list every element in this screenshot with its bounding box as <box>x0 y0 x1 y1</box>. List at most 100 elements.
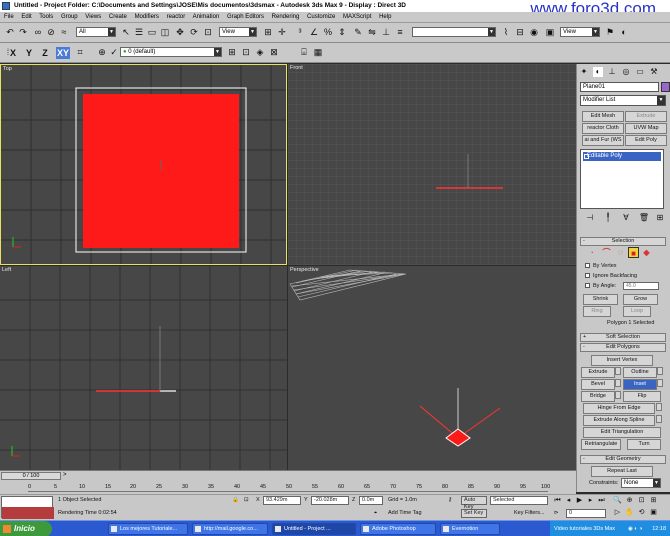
orbit-icon[interactable]: ⟲ <box>636 508 647 518</box>
hierarchy-tab-icon[interactable]: ⊥ <box>607 67 617 77</box>
edit-geometry-rollout-header[interactable]: - Edit Geometry <box>580 455 666 464</box>
undo-icon[interactable]: ↶ <box>4 26 16 38</box>
unlink-icon[interactable]: ⊘ <box>45 26 57 38</box>
hair-fur-button[interactable]: ai and Fur (WS <box>582 135 624 146</box>
menu-views[interactable]: Views <box>85 14 101 20</box>
taskbar-item-tutoriales[interactable]: Los mejores Tutoriale... <box>108 523 188 535</box>
window-crossing-icon[interactable]: ◫ <box>159 26 171 38</box>
taskbar-item-evernotion[interactable]: Evernotion <box>440 523 500 535</box>
flip-button[interactable]: Flip <box>623 391 661 402</box>
time-slider-handle[interactable]: 0 / 100 <box>1 472 61 480</box>
key-icon[interactable]: ⚷ <box>448 496 452 505</box>
angle-snap-icon[interactable]: ∠ <box>308 26 320 38</box>
soft-selection-rollout-header[interactable]: + Soft Selection <box>580 333 666 342</box>
current-frame-field[interactable]: 0 <box>566 509 606 518</box>
stack-expand-icon[interactable] <box>584 154 589 159</box>
menu-reactor[interactable]: reactor <box>167 14 186 20</box>
viewport-perspective[interactable]: Perspective <box>288 266 576 470</box>
menu-help[interactable]: Help <box>379 14 391 20</box>
inset-settings-button[interactable] <box>657 379 663 387</box>
viewport-top-label[interactable]: Top <box>3 66 12 72</box>
extrude-button[interactable]: Extrude <box>581 367 615 378</box>
z-coord-field[interactable]: 0.0m <box>359 496 383 505</box>
edit-mesh-button[interactable]: Edit Mesh <box>582 111 624 122</box>
prev-frame-icon[interactable]: ◂ <box>563 496 574 506</box>
grid-object-icon[interactable]: ▦ <box>312 46 324 58</box>
select-rotate-icon[interactable]: ⟳ <box>188 26 200 38</box>
utilities-tab-icon[interactable]: ⚒ <box>649 67 659 77</box>
viewport-front-label[interactable]: Front <box>290 65 303 71</box>
lock-selection-icon[interactable]: 🔒 <box>232 496 239 505</box>
object-color-swatch[interactable] <box>661 82 670 92</box>
bevel-button[interactable]: Bevel <box>581 379 615 390</box>
set-key-button[interactable]: Set Key <box>461 509 487 518</box>
curve-editor-icon[interactable]: ⌇ <box>500 26 512 38</box>
edge-subobj-icon[interactable]: ⌒ <box>601 247 612 258</box>
extrude-spline-settings-button[interactable] <box>656 415 662 423</box>
menu-maxscript[interactable]: MAXScript <box>343 14 371 20</box>
hinge-settings-button[interactable] <box>656 403 662 411</box>
select-manipulate-icon[interactable]: ✛ <box>276 26 288 38</box>
viewport-left[interactable]: Left <box>0 266 287 470</box>
taskbar-item-3dsmax[interactable]: Untitled - Project ... <box>272 523 356 535</box>
menu-modifiers[interactable]: Modifiers <box>135 14 159 20</box>
bridge-button[interactable]: Bridge <box>581 391 615 402</box>
viewport-perspective-label[interactable]: Perspective <box>290 267 319 273</box>
modify-tab-icon[interactable]: ◐ <box>593 67 603 77</box>
menu-create[interactable]: Create <box>109 14 127 20</box>
edit-poly-modifier-button[interactable]: Edit Poly <box>625 135 667 146</box>
stack-item-editable-poly[interactable]: Editable Poly <box>583 152 661 161</box>
taskbar-item-gmail[interactable]: http://mail.google.co... <box>192 523 268 535</box>
play-icon[interactable]: ▶ <box>574 496 585 506</box>
ref-coord-dropdown[interactable]: View ▼ <box>219 27 257 37</box>
ring-button[interactable]: Ring <box>583 306 611 317</box>
edit-named-selection-icon[interactable]: ✎ <box>352 26 364 38</box>
time-slider-next-icon[interactable]: > <box>63 472 67 478</box>
snaps-toggle-icon[interactable]: ³ <box>294 26 306 38</box>
select-scale-icon[interactable]: ⊡ <box>202 26 214 38</box>
create-tab-icon[interactable]: ✦ <box>579 67 589 77</box>
layer-props-icon[interactable]: ⊞ <box>226 46 238 58</box>
retriangulate-button[interactable]: Retriangulate <box>581 439 621 450</box>
axis-z-button[interactable]: Z <box>38 47 52 59</box>
element-subobj-icon[interactable]: ◆ <box>641 247 652 258</box>
outline-settings-button[interactable] <box>657 367 663 375</box>
layer-highlight-icon[interactable]: ◈ <box>254 46 266 58</box>
menu-customize[interactable]: Customize <box>307 14 335 20</box>
zoom-icon[interactable]: 🔍 <box>612 496 623 506</box>
menu-edit[interactable]: Edit <box>21 14 31 20</box>
maximize-viewport-icon[interactable]: ▣ <box>648 508 659 518</box>
by-angle-spinner[interactable]: 45.0 <box>623 282 659 290</box>
constraints-dropdown[interactable]: None ▼ <box>621 478 661 488</box>
track-bar[interactable]: 0 5 10 15 20 25 30 35 40 45 50 55 60 65 … <box>0 481 576 494</box>
viewport-top[interactable]: Top <box>0 64 287 265</box>
ignore-backfacing-checkbox[interactable]: Ignore Backfacing <box>585 272 637 280</box>
make-unique-icon[interactable]: ∀ <box>620 212 632 224</box>
axis-xy-button[interactable]: XY <box>56 47 70 59</box>
shrink-button[interactable]: Shrink <box>583 294 618 305</box>
uvw-map-button[interactable]: UVW Map <box>625 123 667 134</box>
link-icon[interactable]: ∞ <box>32 26 44 38</box>
by-angle-checkbox[interactable]: By Angle: <box>585 282 616 290</box>
y-coord-field[interactable]: -20.028m <box>311 496 349 505</box>
zoom-extents-all-icon[interactable]: ⊞ <box>648 496 659 506</box>
render-type-dropdown[interactable]: View ▼ <box>560 27 600 37</box>
layer-current-icon[interactable]: ✓ <box>108 46 120 58</box>
next-frame-icon[interactable]: ▸ <box>585 496 596 506</box>
select-move-icon[interactable]: ✥ <box>174 26 186 38</box>
key-mode-icon[interactable]: ⊳ <box>554 509 559 518</box>
maxscript-listener-mini[interactable] <box>1 496 54 519</box>
auto-key-button[interactable]: Auto Key <box>461 496 487 510</box>
menu-graph-editors[interactable]: Graph Editors <box>227 14 264 20</box>
bridge-settings-button[interactable] <box>615 391 621 399</box>
extrude-modifier-button[interactable]: Extrude <box>625 111 667 122</box>
start-button[interactable]: Inicio <box>0 521 52 536</box>
x-coord-field[interactable]: 93.429m <box>263 496 301 505</box>
auto-key-selected-dropdown[interactable]: Selected <box>490 496 548 505</box>
redo-icon[interactable]: ↷ <box>17 26 29 38</box>
edit-triangulation-button[interactable]: Edit Triangulation <box>583 427 661 438</box>
taskbar-item-photoshop[interactable]: Adobe Photoshop <box>360 523 436 535</box>
remove-modifier-icon[interactable]: 🗑 <box>638 212 650 224</box>
axis-x-button[interactable]: X <box>6 47 20 59</box>
motion-tab-icon[interactable]: ◎ <box>621 67 631 77</box>
